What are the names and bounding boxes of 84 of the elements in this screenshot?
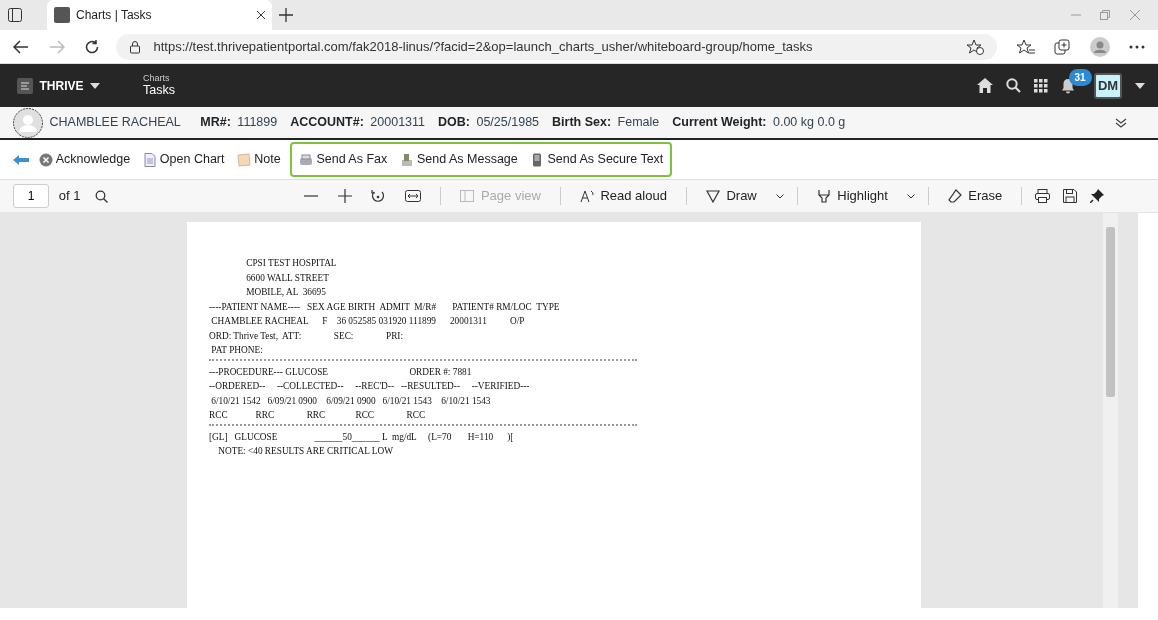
cancel-circle-icon (38, 152, 53, 167)
rotate-icon[interactable] (371, 189, 386, 203)
collections-icon[interactable] (1054, 38, 1070, 55)
document-line: CHAMBLEE RACHEAL F 36 052585 031920 111899 20001311 O/P (210, 315, 526, 328)
document-line: CPSI TEST HOSPITAL (245, 257, 338, 270)
zoom-in-icon[interactable] (337, 189, 352, 203)
action-button[interactable]: Send As Secure Text (527, 148, 667, 171)
close-icon[interactable] (255, 10, 266, 20)
user-avatar[interactable]: DM (1094, 72, 1122, 99)
toolbar-button[interactable]: Read aloud (573, 184, 673, 208)
document-line: NOTE: <40 RESULTS ARE CRITICAL LOW (217, 445, 395, 458)
home-icon[interactable] (976, 78, 993, 93)
logo-icon (17, 77, 33, 94)
field-value: 0.00 kg 0.0 g (773, 114, 846, 132)
eraser-icon (947, 189, 962, 203)
caret-icon[interactable] (1135, 82, 1145, 89)
chevron-down-icon[interactable] (906, 193, 915, 199)
profile-icon[interactable] (1089, 36, 1110, 57)
fax-icon (299, 152, 314, 167)
refresh-icon[interactable] (84, 38, 100, 55)
search-icon[interactable] (94, 189, 108, 203)
field-value: 20001311 (370, 114, 425, 132)
page-number-field[interactable]: 1 (13, 184, 49, 208)
read-aloud-icon (579, 189, 594, 203)
lock-icon (128, 39, 141, 54)
field-value: 111899 (237, 114, 278, 132)
document-line: --ORDERED-- --COLLECTED-- --REC'D-- --RESULTED-- --VERIFIED--- (209, 380, 531, 393)
field-label: DOB: (438, 114, 470, 132)
caret-icon (90, 82, 100, 89)
draw-icon (705, 189, 720, 203)
collapse-icon[interactable] (1115, 117, 1127, 128)
document-line: RCC RRC RRC RCC RCC (209, 409, 427, 422)
note-icon (237, 152, 251, 167)
field-label: Birth Sex: (552, 114, 612, 132)
patient-name: CHAMBLEE RACHEAL (49, 114, 181, 132)
document-line: PAT PHONE: (210, 344, 264, 357)
document-line: ORD: Thrive Test, ATT: SEC: PRI: (209, 329, 405, 343)
action-button[interactable]: Send As Fax (296, 148, 391, 171)
chevron-down-icon[interactable] (775, 193, 784, 199)
action-button[interactable]: Open Chart (139, 148, 228, 171)
apps-grid-icon[interactable] (1033, 78, 1048, 93)
more-icon[interactable] (1129, 44, 1145, 49)
fit-width-icon[interactable] (404, 190, 421, 202)
action-button[interactable]: Acknowledge (35, 148, 134, 171)
message-icon (399, 152, 414, 167)
toolbar-button[interactable]: Highlight (810, 184, 894, 208)
highlighter-icon (816, 189, 831, 203)
sidebar-icon[interactable] (6, 7, 23, 23)
page-view-icon (460, 189, 475, 203)
field-label: ACCOUNT#: (290, 114, 364, 132)
browser-tab[interactable]: Charts | Tasks (47, 0, 272, 30)
notification-count: 31 (1068, 68, 1092, 86)
search-icon[interactable] (1005, 78, 1021, 93)
pin-icon[interactable] (1090, 189, 1105, 203)
toolbar-button[interactable]: Erase (941, 184, 1009, 208)
document-line: ---PROCEDURE--- GLUCOSE ORDER #: 7881 (209, 365, 473, 379)
action-button[interactable]: Note (234, 148, 284, 171)
save-icon[interactable] (1063, 189, 1078, 203)
document-line: 6/10/21 1542 6/09/21 0900 6/09/21 0900 6/10/21 1543 6/10/21 1543 (210, 394, 492, 408)
page-count: of 1 (58, 187, 81, 206)
arrows-icon[interactable] (13, 153, 29, 166)
document-line: [GL] GLUCOSE ______50______ L mg/dL (L=70 H=110 )[ (209, 430, 515, 444)
brand-menu[interactable]: THRIVE (13, 74, 104, 97)
new-tab-icon[interactable] (278, 8, 293, 22)
section-label: Charts (143, 73, 171, 84)
document-line: 6600 WALL STREET (245, 271, 330, 285)
field-label: MR#: (200, 114, 231, 132)
scrollbar[interactable] (1103, 213, 1118, 608)
field-value: 05/25/1985 (476, 114, 540, 132)
document-line: ----PATIENT NAME---- SEX AGE BIRTH ADMIT M/R# PATIENT# RM/LOC TYPE (209, 300, 561, 314)
document-icon (142, 152, 157, 167)
address-bar[interactable]: https://test.thrivepatientportal.com/fak2018-linus/?facid=2&op=launch_charts_usher/whiteboard-group/home_tasks (115, 33, 997, 60)
favorite-add-icon[interactable] (966, 38, 984, 55)
action-button[interactable]: Send As Message (396, 148, 521, 171)
field-label: Current Weight: (672, 114, 767, 132)
favicon-icon (53, 7, 70, 23)
print-icon[interactable] (1035, 189, 1051, 203)
document-line: MOBILE, AL 36695 (245, 286, 327, 299)
page-title: Tasks (143, 83, 175, 98)
back-icon[interactable] (13, 39, 29, 54)
field-value: Female (617, 114, 660, 132)
favorites-icon[interactable] (1016, 38, 1035, 55)
toolbar-button[interactable]: Draw (699, 184, 763, 208)
bell-icon[interactable] (1060, 77, 1075, 94)
